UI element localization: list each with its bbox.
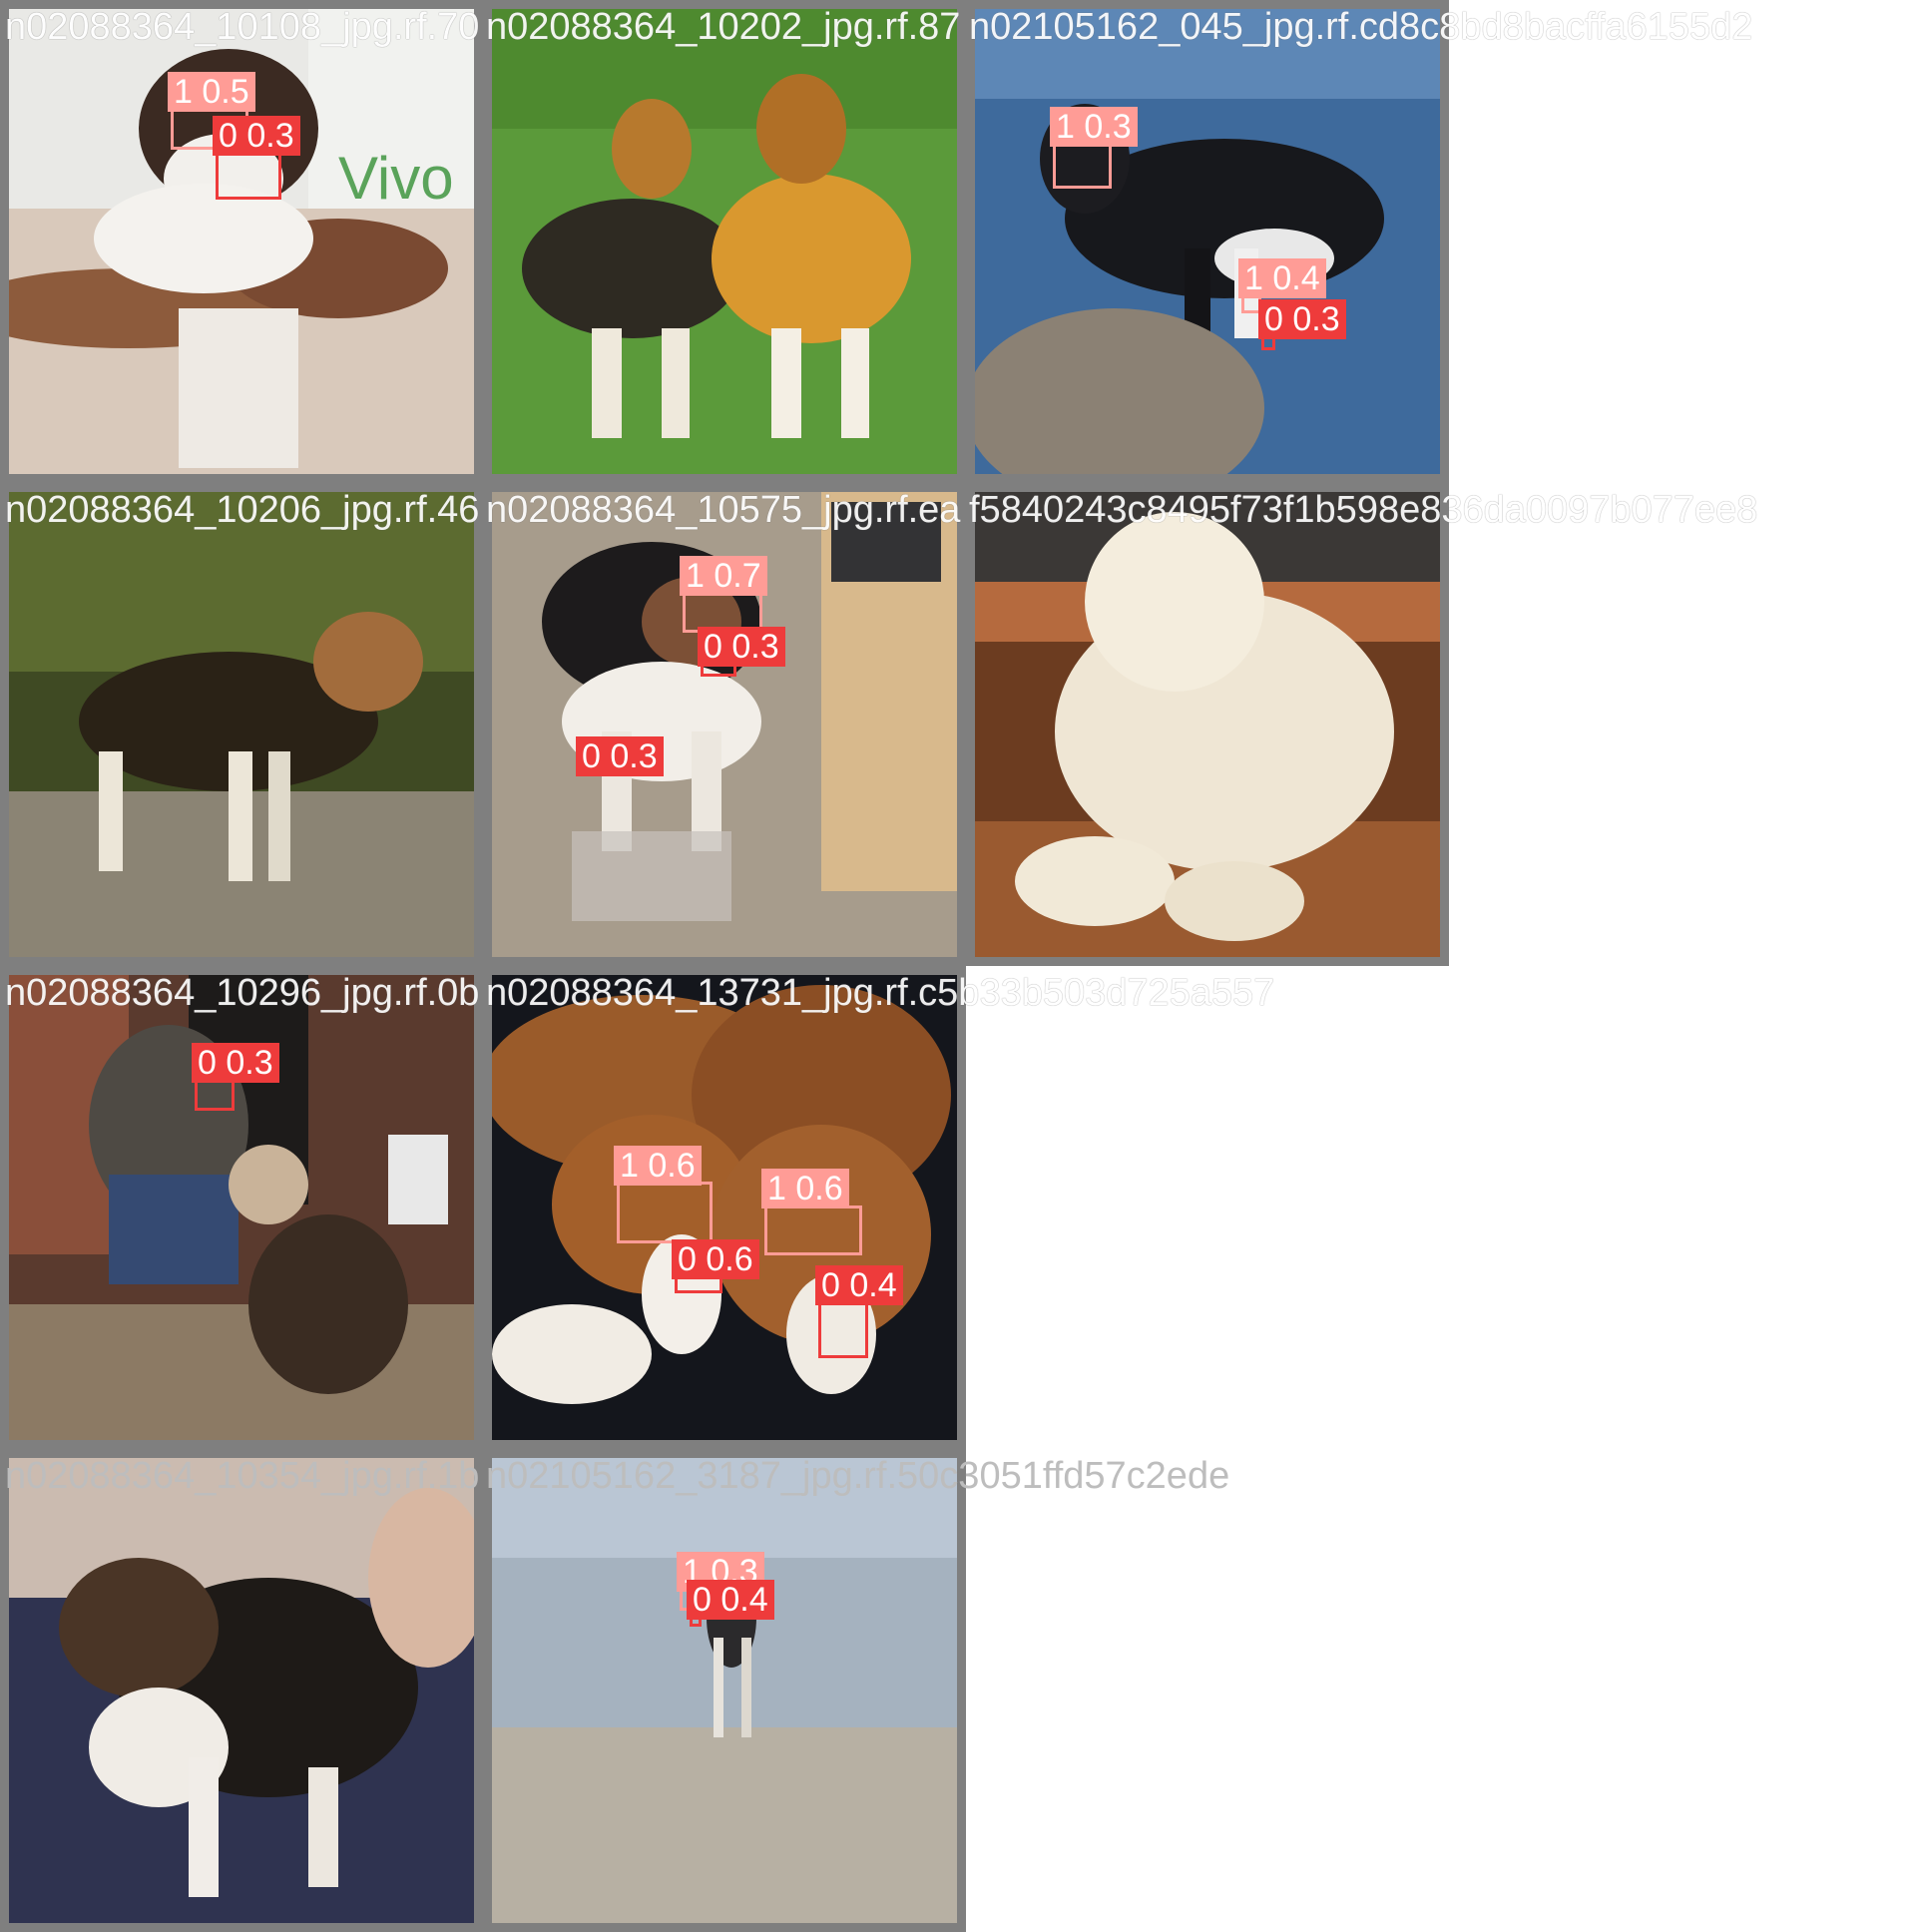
image-tile-1: Vivo 1 0.5 0 0.3 — [0, 0, 483, 483]
photo-poodle-on-bench — [975, 492, 1440, 957]
detection-label: 0 0.6 — [672, 1239, 759, 1279]
detection-label: 1 0.5 — [168, 72, 255, 112]
image-tile-10: 1 0.3 0 0.4 — [483, 1449, 966, 1932]
detection-label: 1 0.6 — [761, 1169, 849, 1208]
image-tile-3: 1 0.3 1 0.4 0 0.3 — [966, 0, 1449, 483]
photo-beagle-puppy-blanket — [9, 1458, 474, 1923]
detection-box — [818, 1300, 868, 1358]
image-tile-7: 0 0.3 — [0, 966, 483, 1449]
detection-box — [216, 150, 281, 200]
detection-label: 0 0.4 — [815, 1265, 903, 1305]
detection-label: 1 0.3 — [1050, 107, 1138, 147]
detection-box — [1053, 143, 1112, 189]
image-tile-8: 1 0.6 1 0.6 0 0.6 0 0.4 — [483, 966, 966, 1449]
detection-label: 1 0.7 — [680, 556, 767, 596]
photo-dog-on-beach — [492, 1458, 957, 1923]
image-tile-5: 1 0.7 0 0.3 0 0.3 — [483, 483, 966, 966]
detection-label: 0 0.3 — [213, 116, 300, 156]
photo-dog-in-water — [975, 9, 1440, 474]
detection-box — [764, 1206, 862, 1255]
detection-box — [617, 1182, 713, 1243]
image-tile-4 — [0, 483, 483, 966]
detection-label: 1 0.6 — [614, 1146, 702, 1186]
photo-two-beagles-couch — [492, 975, 957, 1440]
detection-label: 0 0.3 — [1258, 299, 1346, 339]
photo-two-beagles-grass — [492, 9, 957, 474]
detection-label: 0 0.3 — [698, 627, 785, 667]
shirt-print-text: Vivo — [338, 145, 454, 212]
photo-beagle-collar-night — [9, 492, 474, 957]
image-tile-2 — [483, 0, 966, 483]
detection-label: 0 0.3 — [192, 1043, 279, 1083]
detection-label: 0 0.3 — [576, 736, 664, 776]
image-tile-9 — [0, 1449, 483, 1932]
detection-label: 0 0.4 — [687, 1580, 774, 1620]
detection-label: 1 0.4 — [1238, 258, 1326, 298]
image-tile-6 — [966, 483, 1449, 966]
